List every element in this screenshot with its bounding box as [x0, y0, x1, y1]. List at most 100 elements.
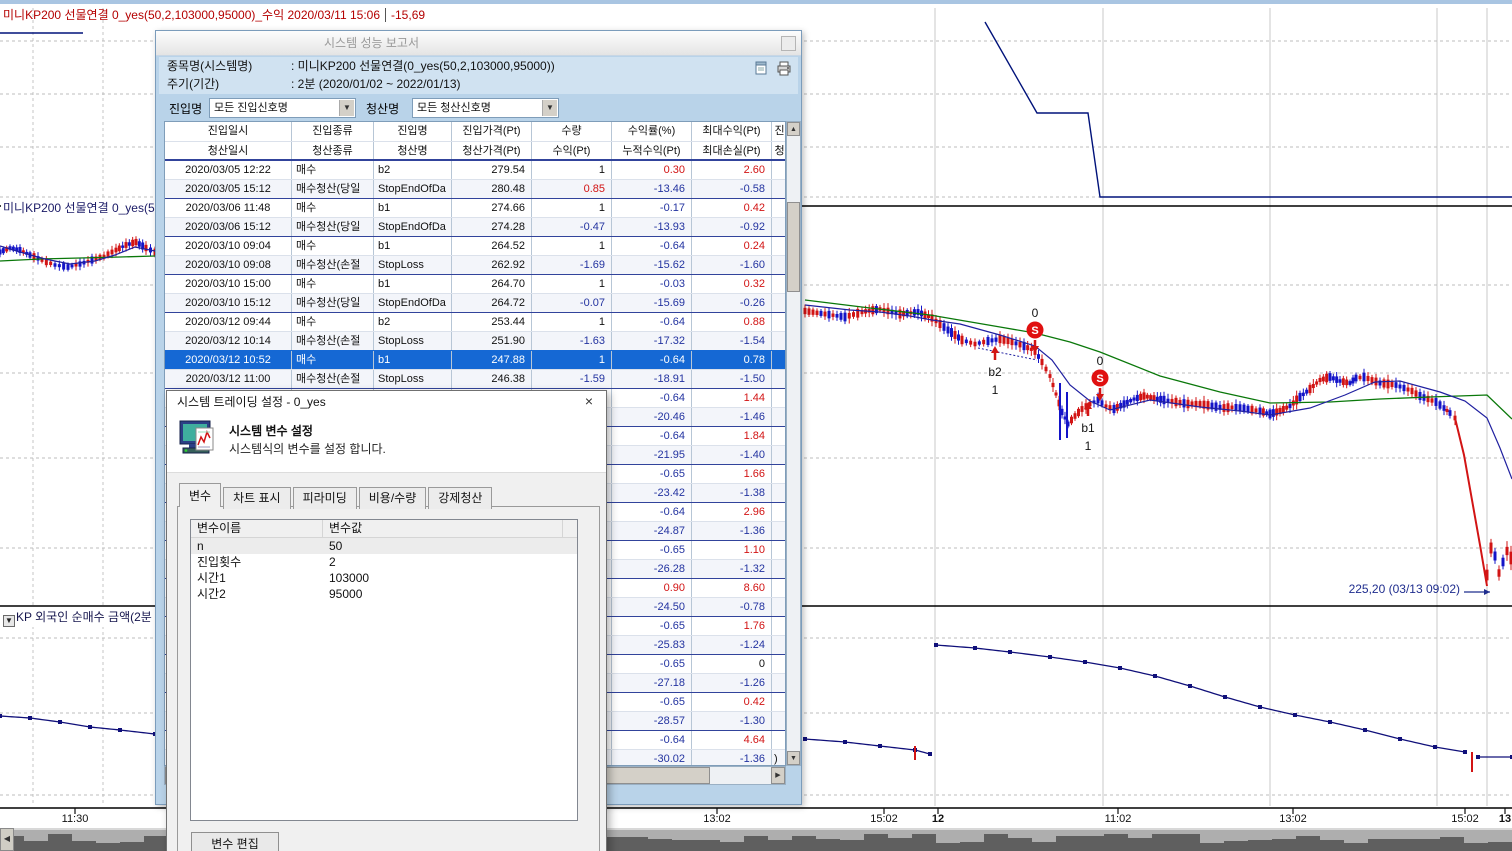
price-callout: 225,20 (03/13 09:02) [1280, 582, 1460, 596]
cell: 매수 [292, 237, 374, 255]
tab-비용/수량[interactable]: 비용/수량 [359, 487, 427, 509]
cell: -25.83 [612, 636, 692, 654]
settings-title-bar[interactable]: 시스템 트레이딩 설정 - 0_yes × [167, 391, 606, 413]
cell: -18.91 [612, 370, 692, 388]
settings-dialog: 시스템 트레이딩 설정 - 0_yes × 시스템 변수 설정 시스템식의 변수… [166, 390, 607, 851]
trade-row[interactable]: 2020/03/12 09:44매수b2253.441-0.640.88 [165, 312, 785, 331]
cell [772, 541, 786, 559]
cell: -0.65 [612, 617, 692, 635]
trade-row[interactable]: 2020/03/06 15:12매수청산(당일StopEndOfDa274.28… [165, 217, 785, 236]
trade-row[interactable]: 2020/03/10 15:12매수청산(당일StopEndOfDa264.72… [165, 293, 785, 312]
cell [772, 218, 786, 236]
report-info-panel: 종목명(시스템명): 미니KP200 선물연결(0_yes(50,2,10300… [159, 57, 798, 94]
column-header[interactable]: 진 [772, 122, 786, 141]
vertical-scroll-thumb[interactable] [787, 202, 800, 292]
column-header[interactable]: 수익률(%) [612, 122, 692, 141]
entry-filter-select[interactable]: 모든 진입신호명▼ [209, 98, 356, 118]
trade-row[interactable]: 2020/03/12 10:14매수청산(손절StopLoss251.90-1.… [165, 331, 785, 350]
column-header[interactable]: 진입명 [374, 122, 452, 141]
cell: -21.95 [612, 446, 692, 464]
svg-text:S: S [1031, 325, 1038, 337]
cell: -0.78 [692, 598, 772, 616]
column-header[interactable]: 청산종류 [292, 142, 374, 159]
chevron-down-icon[interactable]: ▼ [339, 100, 354, 116]
chevron-down-icon[interactable]: ▼ [542, 100, 557, 116]
column-header[interactable]: 청 [772, 142, 786, 159]
trade-row[interactable]: 2020/03/06 11:48매수b1274.661-0.170.42 [165, 198, 785, 217]
table-vertical-scrollbar[interactable]: ▲ ▼ [786, 121, 801, 766]
column-header[interactable]: 수익(Pt) [532, 142, 612, 159]
window-top-strip [0, 0, 1512, 4]
cell: 247.88 [452, 351, 532, 369]
print-icon[interactable] [776, 60, 792, 76]
column-header[interactable]: 청산가격(Pt) [452, 142, 532, 159]
column-header[interactable]: 청산일시 [165, 142, 292, 159]
cell: 1 [532, 161, 612, 179]
cell: -1.54 [692, 332, 772, 350]
navigator-left-arrow[interactable]: ◀ [0, 828, 14, 851]
report-close-button[interactable] [781, 36, 796, 51]
cell: -17.32 [612, 332, 692, 350]
trade-row[interactable]: 2020/03/10 15:00매수b1264.701-0.030.32 [165, 274, 785, 293]
cell: 1.76 [692, 617, 772, 635]
edit-variables-button[interactable]: 변수 편집 [191, 832, 279, 851]
scroll-up-icon[interactable]: ▲ [787, 122, 800, 136]
close-icon[interactable]: × [580, 391, 598, 413]
trade-row[interactable]: 2020/03/05 12:22매수b2279.5410.302.60 [165, 160, 785, 179]
tab-차트 표시[interactable]: 차트 표시 [223, 487, 291, 509]
cell: 2020/03/05 12:22 [165, 161, 292, 179]
cell: -0.64 [612, 351, 692, 369]
variable-name: 진입횟수 [191, 554, 323, 570]
cell: 251.90 [452, 332, 532, 350]
cell: 0.85 [532, 180, 612, 198]
cell: -0.17 [612, 199, 692, 217]
equity-pane-title: 미니KP200 선물연결 0_yes(50,2,103000,95000)_수익… [3, 6, 425, 23]
grid-header[interactable]: 변수이름 [191, 520, 323, 537]
scroll-right-icon[interactable]: ▶ [771, 767, 785, 784]
cell: 2020/03/05 15:12 [165, 180, 292, 198]
trade-row[interactable]: 2020/03/05 15:12매수청산(당일StopEndOfDa280.48… [165, 179, 785, 198]
variable-row[interactable]: n50 [191, 538, 577, 554]
cell: 매수청산(손절 [292, 256, 374, 274]
variable-row[interactable]: 시간1103000 [191, 570, 577, 586]
tab-변수[interactable]: 변수 [179, 483, 221, 507]
tab-강제청산[interactable]: 강제청산 [428, 487, 492, 509]
cell: 1 [532, 199, 612, 217]
exit-filter-select[interactable]: 모든 청산신호명 ▼ [412, 98, 559, 118]
report-filter-bar: 진입명 모든 진입신호명▼ 청산명 모든 청산신호명▼ [159, 94, 798, 121]
flow-pane-label-text: KP 외국인 순매수 금액(2분 [16, 610, 152, 624]
column-header[interactable]: 진입종류 [292, 122, 374, 141]
svg-text:b1: b1 [1081, 421, 1095, 435]
cell [772, 484, 786, 502]
cell: -1.60 [692, 256, 772, 274]
column-header[interactable]: 수량 [532, 122, 612, 141]
scroll-down-icon[interactable]: ▼ [787, 751, 800, 765]
cell: 2020/03/06 11:48 [165, 199, 292, 217]
cell: 0.88 [692, 313, 772, 331]
cell: StopEndOfDa [374, 294, 452, 312]
column-header[interactable]: 누적수익(Pt) [612, 142, 692, 159]
trade-row[interactable]: 2020/03/12 11:00매수청산(손절StopLoss246.38-1.… [165, 369, 785, 388]
variable-row[interactable]: 시간295000 [191, 586, 577, 602]
trade-row[interactable]: 2020/03/10 09:08매수청산(손절StopLoss262.92-1.… [165, 255, 785, 274]
cell: 1 [532, 313, 612, 331]
column-header[interactable]: 진입일시 [165, 122, 292, 141]
copy-icon[interactable] [753, 60, 769, 76]
column-header[interactable]: 최대수익(Pt) [692, 122, 772, 141]
trade-row[interactable]: 2020/03/12 10:52매수b1247.881-0.640.78 [165, 350, 785, 369]
chevron-down-icon[interactable]: ▼ [3, 615, 15, 627]
cell: -1.30 [692, 712, 772, 730]
column-header[interactable]: 청산명 [374, 142, 452, 159]
report-title-bar[interactable]: 시스템 성능 보고서 [156, 31, 801, 56]
variable-row[interactable]: 진입횟수2 [191, 554, 577, 570]
cell [772, 617, 786, 635]
equity-pane-title-text: 미니KP200 선물연결 0_yes(50,2,103000,95000)_수익… [3, 8, 380, 22]
column-header[interactable]: 최대손실(Pt) [692, 142, 772, 159]
grid-header[interactable]: 변수값 [323, 520, 563, 537]
exit-filter-value: 모든 청산신호명 [417, 102, 491, 114]
trade-row[interactable]: 2020/03/10 09:04매수b1264.521-0.640.24 [165, 236, 785, 255]
tab-피라미딩[interactable]: 피라미딩 [293, 487, 357, 509]
cell: -0.64 [612, 731, 692, 749]
column-header[interactable]: 진입가격(Pt) [452, 122, 532, 141]
cell: 매수청산(손절 [292, 370, 374, 388]
